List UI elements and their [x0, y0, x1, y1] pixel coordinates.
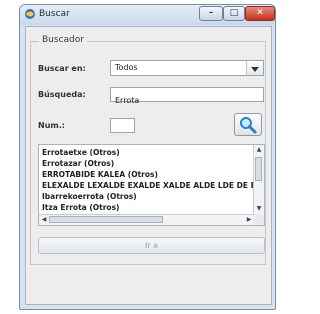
window-title: Buscar [39, 9, 70, 19]
list-item[interactable]: ERROTABIDE KALEA (Otros) [42, 170, 158, 179]
buscar-en-value: Todos [115, 63, 138, 72]
dropdown-button[interactable] [246, 61, 263, 75]
maximize-icon: □ [229, 8, 239, 18]
scroll-corner [254, 215, 264, 225]
magnifier-icon [240, 117, 257, 134]
ir-a-button[interactable]: Ir a [38, 237, 265, 254]
list-item[interactable]: Itza Errota (Otros) [42, 203, 119, 212]
close-icon: ✕ [256, 8, 264, 18]
busqueda-text[interactable] [111, 94, 263, 107]
scroll-left-icon[interactable]: ◀ [40, 216, 48, 224]
buscar-en-select[interactable]: Todos [110, 60, 264, 76]
busqueda-label: Búsqueda: [38, 90, 86, 99]
scroll-right-icon[interactable]: ▶ [245, 216, 253, 224]
busqueda-input[interactable] [110, 87, 264, 107]
buscar-en-label: Buscar en: [38, 64, 86, 73]
buscar-window: Buscar – □ ✕ Buscador Buscar en: Todos B… [19, 4, 276, 310]
content-panel: Buscador Buscar en: Todos Búsqueda: Num.… [25, 26, 272, 305]
app-icon [25, 9, 35, 19]
list-item[interactable]: ELEXALDE LEXALDE EXALDE XALDE ALDE LDE D… [42, 181, 256, 190]
num-label: Num.: [38, 121, 65, 130]
chevron-down-icon [251, 67, 259, 72]
minimize-icon: – [208, 8, 214, 18]
search-button[interactable] [234, 113, 262, 136]
vertical-scroll-thumb[interactable] [255, 157, 262, 181]
num-input[interactable] [110, 118, 135, 138]
scroll-down-icon[interactable]: ▼ [254, 205, 264, 213]
title-bar[interactable]: Buscar – □ ✕ [20, 5, 275, 25]
list-item[interactable]: Errotaetxe (Otros) [42, 148, 120, 157]
maximize-button[interactable]: □ [223, 6, 245, 21]
group-title: Buscador [39, 35, 87, 45]
results-list[interactable]: Errotaetxe (Otros) Errotazar (Otros) ERR… [38, 144, 265, 226]
list-item[interactable]: Ibarrekoerrota (Otros) [42, 192, 137, 201]
horizontal-scrollbar[interactable]: ◀ ▶ [39, 214, 255, 225]
close-button[interactable]: ✕ [245, 6, 275, 21]
vertical-scrollbar[interactable]: ▲ ▼ [253, 145, 264, 215]
minimize-button[interactable]: – [199, 6, 223, 21]
list-item[interactable]: Errotazar (Otros) [42, 159, 114, 168]
scroll-up-icon[interactable]: ▲ [254, 146, 264, 154]
horizontal-scroll-thumb[interactable] [49, 216, 163, 223]
num-text[interactable] [111, 125, 134, 138]
